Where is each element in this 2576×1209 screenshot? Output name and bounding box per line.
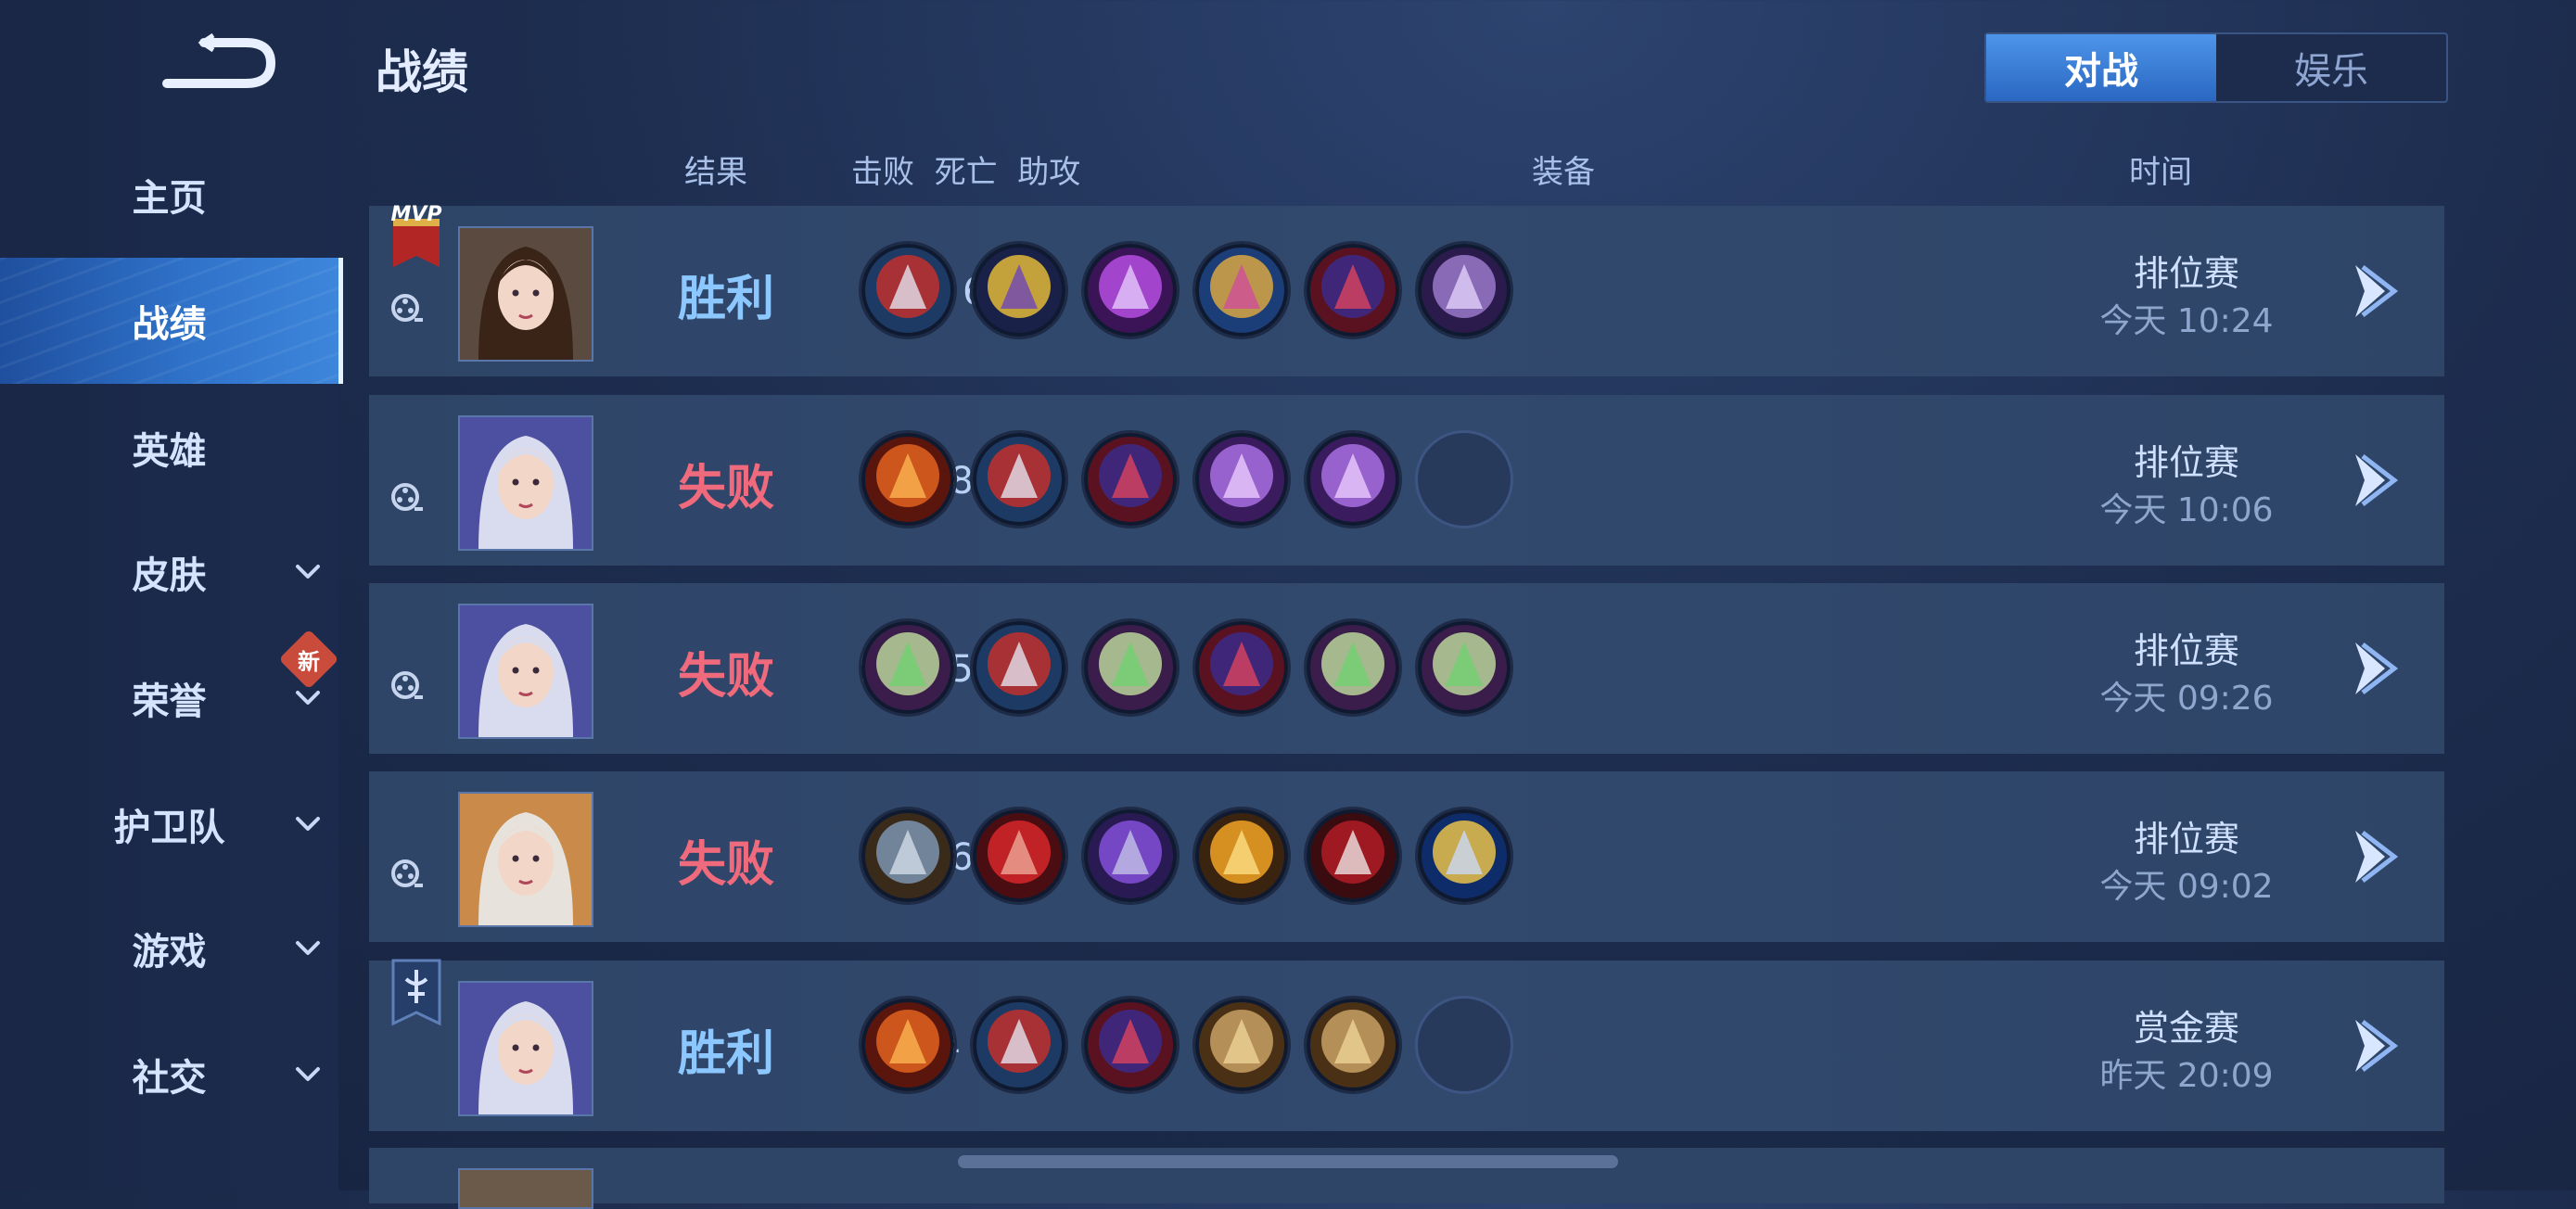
spellbook-icon[interactable] xyxy=(1415,241,1513,339)
match-time: 今天 09:26 xyxy=(2099,680,2274,718)
boots-red-icon[interactable] xyxy=(859,241,957,339)
table-row[interactable]: 失败 6 / 6 / 6 排位赛 今天 09:02 xyxy=(369,771,2444,942)
replay-icon[interactable] xyxy=(389,857,425,892)
sidebar-item-games[interactable]: 游戏 xyxy=(0,897,338,999)
wooden-crate-icon[interactable] xyxy=(1192,996,1291,1094)
match-time: 今天 10:06 xyxy=(2099,491,2274,529)
match-mode: 排位赛 xyxy=(2133,630,2239,671)
wizard-hat-icon[interactable] xyxy=(1081,996,1180,1094)
sidebar-item-guard[interactable]: 护卫队 xyxy=(0,773,338,875)
table-row[interactable]: MVP 胜利 11 / 6 / 2 排位赛 今天 10:24 xyxy=(369,203,2444,376)
table-row[interactable]: 失败 3 / 8 / 1 排位赛 今天 10:06 xyxy=(369,395,2444,566)
golden-chalice-icon[interactable] xyxy=(970,241,1068,339)
match-time: 今天 09:02 xyxy=(2099,868,2274,906)
match-result: 胜利 xyxy=(677,272,774,327)
replay-icon[interactable] xyxy=(389,291,425,326)
red-rose-icon[interactable] xyxy=(859,430,957,528)
mode-toggle: 对战 娱乐 xyxy=(1984,32,2448,103)
purple-staff-icon[interactable] xyxy=(1304,430,1402,528)
replay-icon[interactable] xyxy=(389,480,425,515)
chevron-down-icon xyxy=(292,933,324,964)
wizard-hat-icon[interactable] xyxy=(1192,618,1291,717)
boots-red-icon[interactable] xyxy=(970,430,1068,528)
hero-avatar[interactable] xyxy=(458,226,593,362)
back-icon[interactable] xyxy=(158,28,278,97)
red-helmet-icon[interactable] xyxy=(970,807,1068,905)
empty-item-slot xyxy=(1415,996,1513,1094)
chevron-right-icon[interactable] xyxy=(2344,1014,2400,1077)
wooden-crate-icon[interactable] xyxy=(1304,996,1402,1094)
chevron-right-icon[interactable] xyxy=(2344,637,2400,700)
hero-avatar[interactable] xyxy=(458,981,593,1116)
sidebar-item-social[interactable]: 社交 xyxy=(0,1024,338,1126)
sidebar: 主页 战绩 英雄 皮肤 荣誉 新 护卫队 游戏 社交 xyxy=(0,0,343,1190)
tab-battle[interactable]: 对战 xyxy=(1986,34,2216,101)
purple-scythe-icon[interactable] xyxy=(1081,241,1180,339)
boots-red-icon[interactable] xyxy=(970,996,1068,1094)
red-blade-icon[interactable] xyxy=(1304,807,1402,905)
match-time: 今天 10:24 xyxy=(2099,302,2274,340)
table-row[interactable]: 失败 9 / 15 / 10 排位赛 今天 09:26 xyxy=(369,583,2444,754)
hero-avatar xyxy=(458,1168,593,1209)
empty-item-slot xyxy=(1415,430,1513,528)
red-rose-icon[interactable] xyxy=(859,996,957,1094)
sidebar-item-skins[interactable]: 皮肤 xyxy=(0,521,338,623)
sidebar-item-label: 荣誉 xyxy=(132,681,207,723)
green-book-icon[interactable] xyxy=(859,618,957,717)
sidebar-item-records[interactable]: 战绩 xyxy=(0,258,343,384)
match-mode: 排位赛 xyxy=(2133,442,2239,483)
column-header-time: 时间 xyxy=(2129,154,2192,191)
column-header-result: 结果 xyxy=(684,154,747,191)
sidebar-item-label: 战绩 xyxy=(132,303,207,346)
wizard-hat-icon[interactable] xyxy=(1304,241,1402,339)
match-result: 失败 xyxy=(677,649,774,705)
match-time: 昨天 20:09 xyxy=(2099,1057,2274,1095)
sidebar-item-label: 护卫队 xyxy=(113,807,225,849)
page-title: 战绩 xyxy=(376,45,468,99)
wizard-hat-icon[interactable] xyxy=(1081,430,1180,528)
match-mode: 排位赛 xyxy=(2133,819,2239,859)
purple-staff-icon[interactable] xyxy=(1192,430,1291,528)
golden-flame-icon[interactable] xyxy=(1192,807,1291,905)
sidebar-item-home[interactable]: 主页 xyxy=(0,144,338,246)
match-result: 失败 xyxy=(677,837,774,893)
green-book-icon[interactable] xyxy=(1415,618,1513,717)
green-book-icon[interactable] xyxy=(1081,618,1180,717)
new-badge-label: 新 xyxy=(298,648,320,675)
hero-avatar[interactable] xyxy=(458,604,593,739)
hero-avatar[interactable] xyxy=(458,792,593,927)
horizontal-scrollbar[interactable] xyxy=(958,1155,1618,1168)
sidebar-item-heroes[interactable]: 英雄 xyxy=(0,397,338,499)
match-mode: 赏金赛 xyxy=(2133,1008,2239,1049)
sidebar-item-label: 社交 xyxy=(132,1057,207,1100)
tab-entertainment[interactable]: 娱乐 xyxy=(2216,34,2446,101)
chevron-down-icon xyxy=(292,808,324,840)
sidebar-item-label: 游戏 xyxy=(132,931,207,974)
bounty-badge-icon xyxy=(391,959,441,1026)
chevron-down-icon xyxy=(292,556,324,588)
column-header-kda: 击败 死亡 助攻 xyxy=(851,154,1081,191)
match-result: 失败 xyxy=(677,461,774,516)
replay-icon[interactable] xyxy=(389,668,425,704)
column-header-items: 装备 xyxy=(1532,154,1595,191)
chevron-right-icon[interactable] xyxy=(2344,825,2400,888)
match-mode: 排位赛 xyxy=(2133,253,2239,294)
purple-axe-icon[interactable] xyxy=(1081,807,1180,905)
blue-spear-icon[interactable] xyxy=(1415,807,1513,905)
sidebar-item-label: 英雄 xyxy=(132,430,207,473)
match-result: 胜利 xyxy=(677,1026,774,1082)
mvp-badge-icon: MVP xyxy=(390,203,442,267)
sidebar-item-label: 主页 xyxy=(132,177,207,220)
blue-orb-icon[interactable] xyxy=(1192,241,1291,339)
table-row[interactable]: 胜利 1 / 4 / 19 赏金赛 昨天 20:09 xyxy=(369,959,2444,1131)
chevron-right-icon[interactable] xyxy=(2344,260,2400,323)
hero-avatar[interactable] xyxy=(458,415,593,551)
chevron-down-icon xyxy=(292,1059,324,1090)
chevron-right-icon[interactable] xyxy=(2344,449,2400,512)
svg-text:MVP: MVP xyxy=(390,203,441,226)
boots-red-icon[interactable] xyxy=(970,618,1068,717)
green-book-icon[interactable] xyxy=(1304,618,1402,717)
armored-boots-icon[interactable] xyxy=(859,807,957,905)
sidebar-item-label: 皮肤 xyxy=(132,554,207,597)
